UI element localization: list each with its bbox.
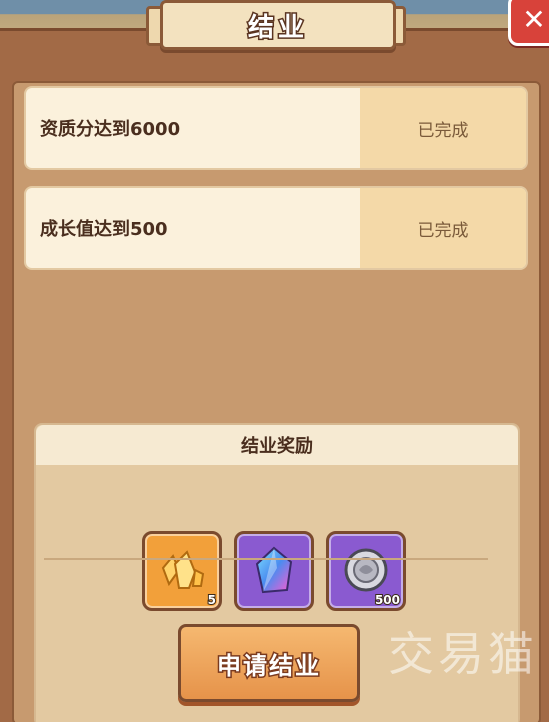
task-status: 已完成 bbox=[360, 188, 526, 268]
reward-header: 结业奖励 bbox=[36, 425, 518, 465]
reward-item-gold-crystal[interactable]: 5 bbox=[142, 531, 222, 611]
silver-coin-icon bbox=[344, 548, 388, 592]
rainbow-crystal-icon bbox=[255, 546, 293, 594]
close-button[interactable]: ✕ bbox=[508, 0, 549, 46]
task-status-text: 已完成 bbox=[417, 120, 469, 141]
page-title: 结业 bbox=[246, 11, 308, 44]
reward-item-silver-coin[interactable]: 500 bbox=[326, 531, 406, 611]
task-row-growth: 成长值达到500 已完成 bbox=[24, 186, 528, 270]
title-plaque: 结业 bbox=[160, 0, 396, 50]
item-count: 500 bbox=[374, 592, 401, 608]
gold-crystal-icon bbox=[161, 550, 205, 589]
task-status-text: 已完成 bbox=[417, 220, 469, 241]
reward-item-rainbow-crystal[interactable] bbox=[234, 531, 314, 611]
apply-graduation-label: 申请结业 bbox=[216, 650, 321, 681]
apply-graduation-button[interactable]: 申请结业 bbox=[178, 624, 360, 702]
task-row-aptitude: 资质分达到6000 已完成 bbox=[24, 86, 528, 170]
task-label: 成长值达到500 bbox=[40, 219, 168, 240]
item-count: 5 bbox=[207, 592, 217, 608]
task-status: 已完成 bbox=[360, 88, 526, 168]
reward-divider bbox=[44, 558, 488, 560]
task-label: 资质分达到6000 bbox=[40, 119, 181, 140]
close-icon: ✕ bbox=[522, 3, 546, 36]
